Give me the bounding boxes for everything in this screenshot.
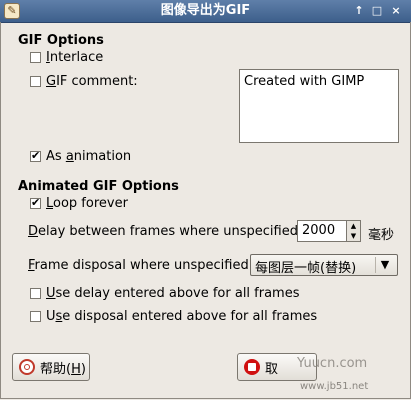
disposal-dropdown[interactable]: 每图层一帧(替换) ▼ bbox=[250, 254, 398, 276]
use-delay-label: Use delay entered above for all frames bbox=[46, 285, 300, 301]
maximize-icon[interactable]: □ bbox=[370, 4, 384, 18]
spin-down-icon[interactable]: ▼ bbox=[347, 231, 360, 241]
title-bar[interactable]: ✎ 图像导出为GIF ↑ □ × bbox=[0, 0, 411, 23]
delay-spin-buttons[interactable]: ▲ ▼ bbox=[347, 220, 361, 242]
use-disposal-checkbox[interactable]: Use disposal entered above for all frame… bbox=[30, 308, 317, 324]
gif-comment-checkbox[interactable]: GIF comment: bbox=[30, 73, 138, 89]
window-title: 图像导出为GIF bbox=[160, 3, 251, 18]
help-button[interactable]: 帮助(H) bbox=[12, 353, 90, 381]
gif-comment-textarea[interactable]: Created with GIMP bbox=[239, 69, 399, 143]
help-lifebuoy-icon bbox=[19, 359, 35, 375]
gif-comment-label: GIF comment: bbox=[46, 73, 138, 89]
dropdown-arrow-icon[interactable]: ▼ bbox=[375, 257, 394, 273]
loop-forever-label: Loop forever bbox=[46, 195, 128, 211]
as-animation-checkbox-box[interactable] bbox=[30, 149, 41, 162]
gif-options-heading: GIF Options bbox=[18, 33, 104, 48]
close-icon[interactable]: × bbox=[389, 4, 403, 18]
interlace-checkbox-box[interactable] bbox=[30, 51, 41, 63]
gif-comment-checkbox-box[interactable] bbox=[30, 75, 41, 87]
delay-spin-input[interactable]: 2000 bbox=[297, 220, 347, 242]
loop-forever-checkbox[interactable]: Loop forever bbox=[30, 195, 128, 211]
use-disposal-checkbox-box[interactable] bbox=[30, 310, 41, 322]
delay-label: Delay between frames where unspecified: bbox=[28, 224, 303, 239]
use-disposal-label: Use disposal entered above for all frame… bbox=[46, 308, 318, 324]
as-animation-label: As animation bbox=[46, 148, 132, 164]
interlace-checkbox[interactable]: Interlace bbox=[30, 49, 103, 65]
watermark-brand: Yuucn.com bbox=[297, 356, 368, 371]
use-delay-checkbox-box[interactable] bbox=[30, 287, 41, 299]
spin-up-icon[interactable]: ▲ bbox=[347, 221, 360, 231]
animated-options-heading: Animated GIF Options bbox=[18, 179, 179, 194]
loop-forever-checkbox-box[interactable] bbox=[30, 196, 41, 209]
interlace-label: Interlace bbox=[46, 49, 104, 65]
cancel-button-label: 取 bbox=[265, 361, 279, 377]
cancel-stop-icon bbox=[244, 359, 260, 375]
watermark-site: www.jb51.net bbox=[300, 381, 369, 392]
delay-unit-label: 毫秒 bbox=[368, 228, 395, 243]
disposal-selected-value: 每图层一帧(替换) bbox=[255, 261, 357, 276]
use-delay-checkbox[interactable]: Use delay entered above for all frames bbox=[30, 285, 300, 301]
help-button-label: 帮助(H) bbox=[40, 361, 86, 377]
disposal-label: Frame disposal where unspecified: bbox=[28, 258, 254, 273]
pin-icon[interactable]: ↑ bbox=[352, 4, 366, 18]
as-animation-checkbox[interactable]: As animation bbox=[30, 148, 131, 164]
